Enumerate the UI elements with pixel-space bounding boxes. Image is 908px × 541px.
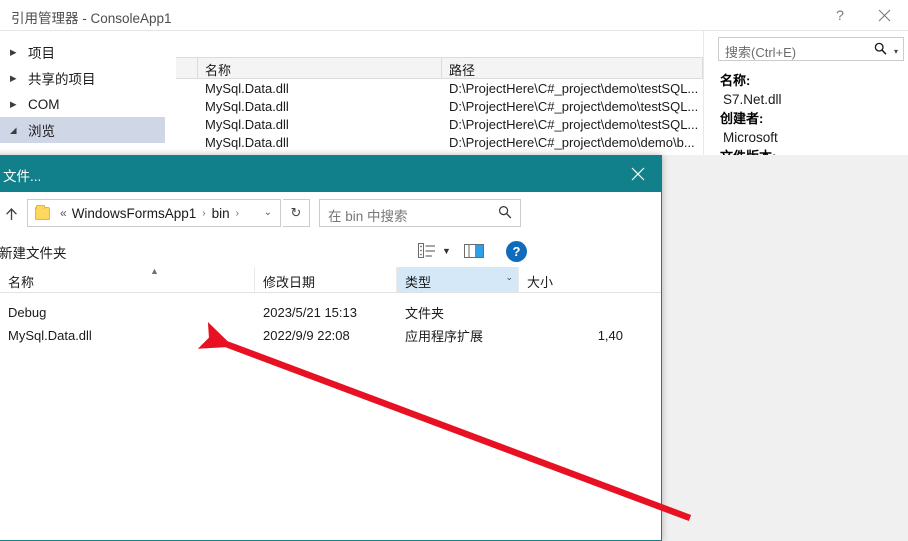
detail-value-name: S7.Net.dll: [723, 92, 782, 107]
chevron-down-icon: ◢: [10, 124, 17, 135]
screenshot-root: 引用管理器 - ConsoleApp1 ? ▶ 项目 ▶ 共享的项目 ▶ COM…: [0, 0, 908, 541]
cell-name: MySql.Data.dll: [205, 80, 289, 96]
tree-item-label: 浏览: [28, 124, 55, 139]
column-header-path[interactable]: 路径: [442, 58, 703, 78]
chevron-right-icon: ▶: [10, 72, 17, 83]
chevron-down-icon[interactable]: ⌄: [505, 272, 513, 283]
cell-path: D:\ProjectHere\C#_project\demo\testSQL..…: [449, 116, 699, 132]
cell-type: 应用程序扩展: [405, 329, 484, 344]
detail-value-author: Microsoft: [723, 130, 778, 145]
question-mark-icon: ?: [836, 7, 844, 23]
column-header-type[interactable]: 类型 ⌄: [397, 267, 519, 292]
search-input[interactable]: 搜索(Ctrl+E) ▾: [718, 37, 904, 61]
sort-ascending-icon: ▲: [150, 266, 159, 276]
chevron-right-icon: ▶: [10, 46, 17, 57]
cell-name: MySql.Data.dll: [205, 134, 289, 150]
tree-item-label: COM: [28, 96, 60, 112]
file-dialog-title: 文件...: [3, 169, 42, 184]
file-dialog-navbar: « WindowsFormsApp1 › bin › ⌄ ↻ 在 bin 中搜索: [0, 192, 661, 235]
breadcrumb-part-1[interactable]: bin: [212, 206, 230, 221]
view-list-icon: [418, 243, 435, 258]
refresh-button[interactable]: ↻: [283, 199, 310, 227]
cell-date: 2022/9/9 22:08: [263, 328, 350, 343]
breadcrumb-part-0[interactable]: WindowsFormsApp1: [72, 206, 197, 221]
view-options-button[interactable]: [416, 241, 438, 261]
preview-pane-icon: [464, 244, 484, 258]
file-row-debug[interactable]: Debug 2023/5/21 15:13 文件夹: [0, 301, 661, 324]
file-dialog-search-input[interactable]: 在 bin 中搜索: [319, 199, 521, 227]
cell-path: D:\ProjectHere\C#_project\demo\demo\b...: [449, 134, 695, 150]
search-placeholder: 在 bin 中搜索: [328, 209, 408, 224]
column-header-date[interactable]: 修改日期: [255, 267, 397, 292]
file-list-header: 名称 ▲ 修改日期 类型 ⌄ 大小: [0, 266, 661, 293]
chevron-down-icon[interactable]: ▾: [894, 47, 898, 56]
breadcrumb-separator: ›: [235, 207, 239, 219]
cell-name: MySql.Data.dll: [8, 328, 92, 343]
file-row-mysql-data-dll[interactable]: MySql.Data.dll 2022/9/9 22:08 应用程序扩展 1,4…: [0, 324, 661, 347]
help-button[interactable]: ?: [818, 0, 862, 30]
tree-item-label: 共享的项目: [28, 72, 96, 87]
cell-date: 2023/5/21 15:13: [263, 305, 357, 320]
search-icon: [498, 205, 512, 224]
breadcrumb[interactable]: « WindowsFormsApp1 › bin › ⌄: [27, 199, 281, 227]
arrow-up-icon: [5, 207, 17, 220]
search-icon: [874, 42, 887, 60]
column-header-label: 类型: [405, 275, 432, 290]
reference-manager-title: 引用管理器 - ConsoleApp1: [11, 11, 172, 26]
file-dialog-toolbar: 新建文件夹 ▼ ?: [0, 235, 661, 267]
file-dialog-titlebar: 文件...: [0, 155, 661, 192]
up-button[interactable]: [0, 201, 23, 227]
tree-item-shared-projects[interactable]: ▶ 共享的项目: [0, 65, 165, 91]
background-panel: [662, 155, 908, 541]
preview-pane-button[interactable]: [463, 241, 485, 261]
question-mark-icon: ?: [512, 244, 521, 259]
cell-path: D:\ProjectHere\C#_project\demo\testSQL..…: [449, 80, 699, 96]
column-header-name[interactable]: 名称 ▲: [0, 266, 255, 292]
breadcrumb-prefix: «: [60, 206, 67, 220]
cell-path: D:\ProjectHere\C#_project\demo\testSQL..…: [449, 98, 699, 114]
reference-list-header: 名称 路径: [176, 57, 703, 79]
column-header-label: 名称: [8, 275, 35, 290]
reference-manager-titlebar: 引用管理器 - ConsoleApp1 ?: [0, 0, 908, 31]
table-row[interactable]: MySql.Data.dll D:\ProjectHere\C#_project…: [176, 115, 703, 133]
folder-icon: [35, 204, 50, 220]
column-header-size[interactable]: 大小: [519, 267, 629, 292]
view-options-dropdown[interactable]: ▼: [442, 246, 451, 256]
close-icon: [631, 167, 645, 180]
tree-item-label: 项目: [28, 46, 55, 61]
close-icon: [878, 9, 890, 21]
search-placeholder: 搜索(Ctrl+E): [725, 45, 797, 60]
new-folder-button[interactable]: 新建文件夹: [0, 242, 67, 262]
file-dialog-close-button[interactable]: [615, 155, 661, 192]
chevron-down-icon[interactable]: ⌄: [264, 207, 272, 218]
breadcrumb-separator: ›: [202, 207, 206, 219]
table-row[interactable]: MySql.Data.dll D:\ProjectHere\C#_project…: [176, 97, 703, 115]
cell-name: MySql.Data.dll: [205, 98, 289, 114]
cell-name: Debug: [8, 305, 47, 320]
checkbox-column-header: [176, 58, 198, 78]
cell-size: 1,40: [597, 328, 623, 343]
table-row[interactable]: MySql.Data.dll D:\ProjectHere\C#_project…: [176, 79, 703, 97]
cell-name: MySql.Data.dll: [205, 116, 289, 132]
file-open-dialog: 文件... « WindowsFormsApp1 › bin › ⌄ ↻ 在 b…: [0, 155, 662, 541]
help-button[interactable]: ?: [506, 241, 527, 262]
tree-item-com[interactable]: ▶ COM: [0, 91, 165, 117]
tree-item-browse[interactable]: ◢ 浏览: [0, 117, 165, 143]
file-list: 名称 ▲ 修改日期 类型 ⌄ 大小 Debug 2023/5/21 15:13 …: [0, 266, 661, 540]
table-row[interactable]: MySql.Data.dll D:\ProjectHere\C#_project…: [176, 133, 703, 151]
close-button[interactable]: [862, 0, 906, 30]
column-header-name[interactable]: 名称: [198, 58, 442, 78]
detail-key-name: 名称:: [720, 73, 751, 88]
detail-key-author: 创建者:: [720, 111, 764, 126]
cell-type: 文件夹: [405, 306, 445, 321]
chevron-right-icon: ▶: [10, 98, 17, 109]
tree-item-projects[interactable]: ▶ 项目: [0, 39, 165, 65]
